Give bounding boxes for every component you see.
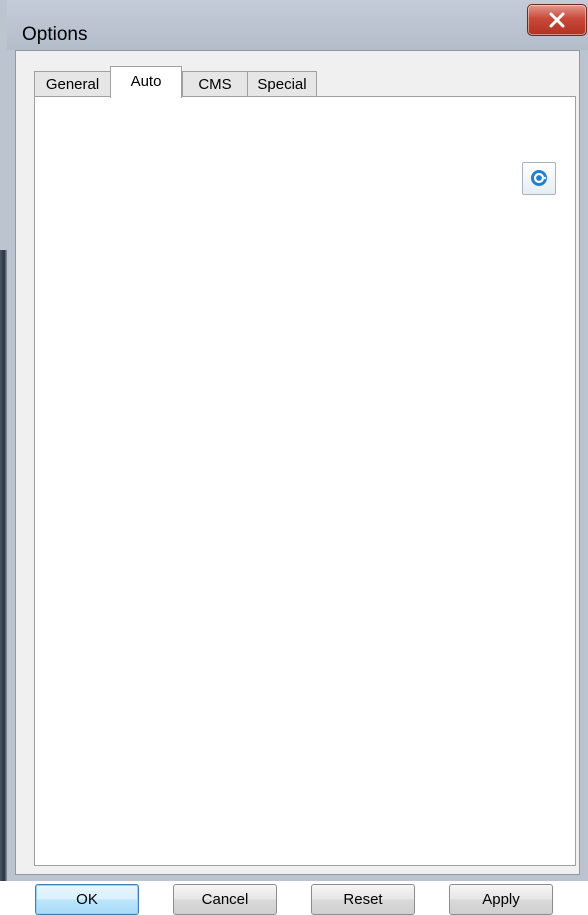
cancel-button[interactable]: Cancel xyxy=(173,884,277,915)
info-button[interactable] xyxy=(522,162,556,195)
tab-cms[interactable]: CMS xyxy=(182,71,248,96)
close-icon xyxy=(549,12,565,28)
title-bar[interactable]: Options xyxy=(7,0,588,50)
tab-special[interactable]: Special xyxy=(247,71,317,96)
tab-auto[interactable]: Auto xyxy=(110,66,182,98)
auto-tab-panel xyxy=(34,96,576,866)
apply-button[interactable]: Apply xyxy=(449,884,553,915)
options-dialog: Options General Auto CMS Special Auto Th… xyxy=(0,0,588,915)
ok-button[interactable]: OK xyxy=(35,884,139,915)
reset-button[interactable]: Reset xyxy=(311,884,415,915)
window-title: Options xyxy=(22,24,88,45)
close-button[interactable] xyxy=(527,4,587,36)
info-icon xyxy=(531,170,547,186)
tab-general[interactable]: General xyxy=(34,71,111,96)
dialog-client-area: General Auto CMS Special Auto Threshold … xyxy=(15,50,580,915)
background-window-edge xyxy=(0,250,7,881)
